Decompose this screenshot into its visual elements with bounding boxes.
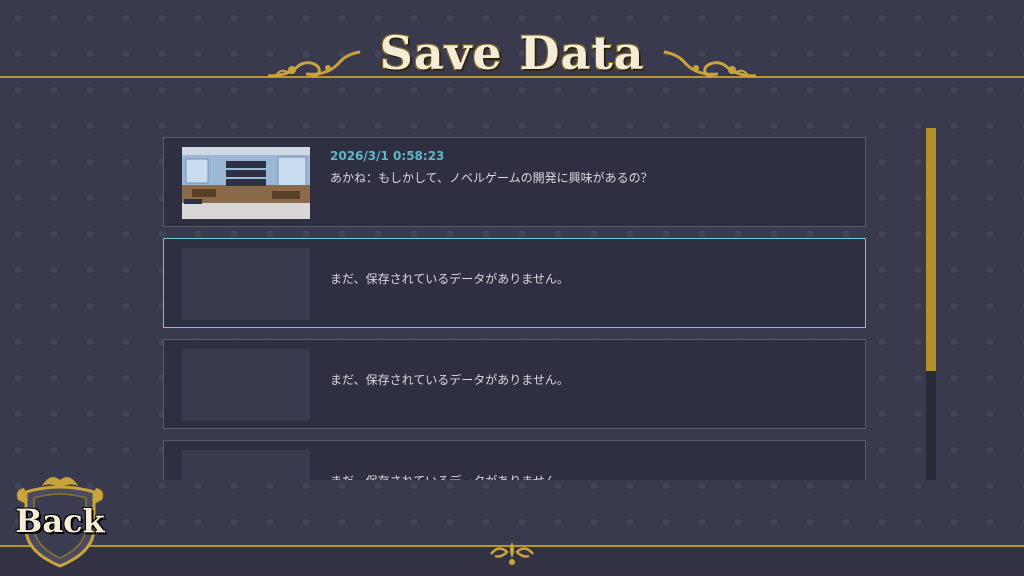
scrollbar[interactable] (926, 128, 936, 480)
classroom-screenshot-icon (182, 147, 310, 219)
empty-slot-text: まだ、保存されているデータがありません。 (330, 472, 569, 480)
save-slot-1[interactable]: 2026/3/1 0:58:23 あかね：もしかして、ノベルゲームの開発に興味が… (163, 137, 866, 227)
save-dialogue: あかね：もしかして、ノベルゲームの開発に興味があるの？ (330, 171, 653, 185)
back-label: Back (15, 502, 105, 540)
empty-slot-text: まだ、保存されているデータがありません。 (330, 373, 569, 387)
empty-thumbnail (182, 248, 310, 320)
save-slot-2[interactable]: まだ、保存されているデータがありません。 (163, 238, 866, 328)
empty-slot-text: まだ、保存されているデータがありません。 (330, 272, 569, 286)
back-button[interactable]: Back (12, 470, 108, 570)
save-thumbnail (182, 147, 310, 219)
gold-ornament-icon (490, 542, 534, 565)
empty-thumbnail (182, 450, 310, 480)
save-slot-list: 2026/3/1 0:58:23 あかね：もしかして、ノベルゲームの開発に興味が… (163, 137, 868, 480)
save-slot-3[interactable]: まだ、保存されているデータがありません。 (163, 339, 866, 429)
header: Save Data (262, 22, 762, 86)
scrollbar-thumb[interactable] (926, 128, 936, 371)
empty-thumbnail (182, 349, 310, 421)
save-date: 2026/3/1 0:58:23 (330, 149, 445, 163)
save-slot-4[interactable]: まだ、保存されているデータがありません。 (163, 440, 866, 480)
gold-flourish-icon (663, 50, 757, 78)
